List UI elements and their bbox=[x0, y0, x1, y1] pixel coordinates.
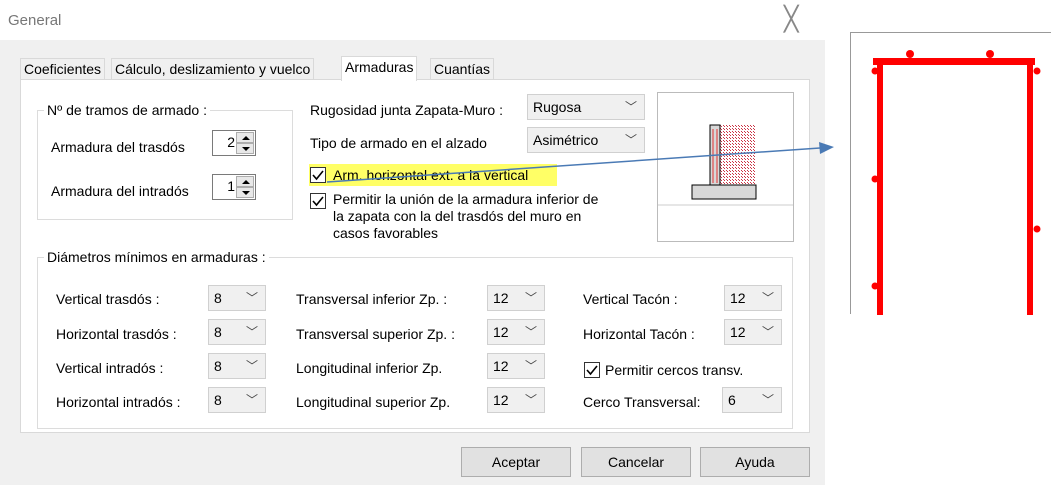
arrow-head-icon bbox=[819, 142, 834, 154]
rebar-stirrup-icon bbox=[871, 50, 1041, 315]
rebar-sketch bbox=[850, 32, 1051, 315]
tab-armaduras[interactable]: Armaduras bbox=[341, 56, 418, 81]
annotation-arrow-line bbox=[326, 147, 821, 183]
